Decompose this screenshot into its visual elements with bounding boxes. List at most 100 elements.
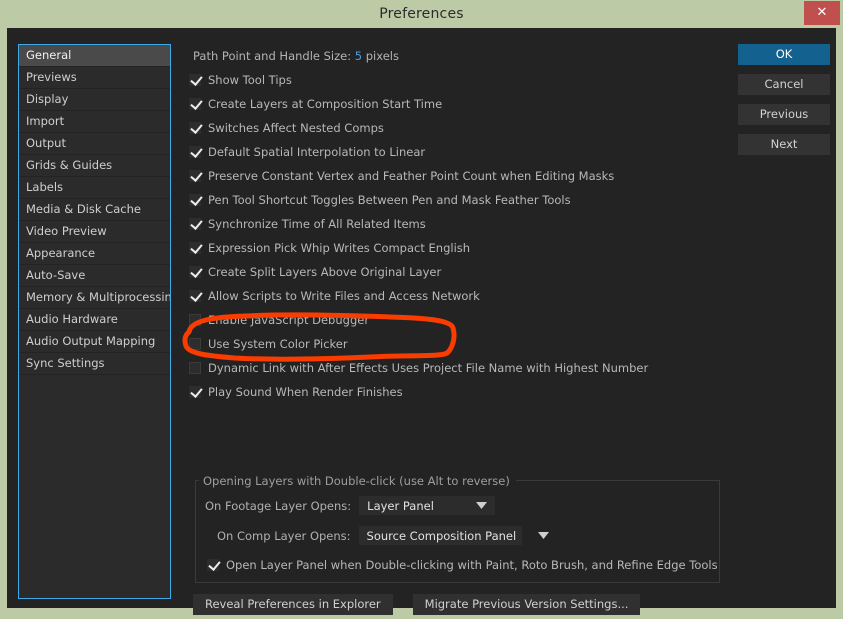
checkbox-row-switches-affect-nested-comps[interactable]: Switches Affect Nested Comps (189, 116, 729, 140)
sidebar-item-label: Sync Settings (26, 356, 105, 370)
bottom-button-group: Reveal Preferences in Explorer Migrate Pr… (193, 594, 660, 615)
sidebar-item-appearance[interactable]: Appearance (19, 243, 170, 265)
sidebar-item-output[interactable]: Output (19, 133, 170, 155)
checkbox-row-default-spatial-interpolation-to-linear[interactable]: Default Spatial Interpolation to Linear (189, 140, 729, 164)
checkbox-synchronize-time-of-all-related[interactable] (189, 218, 201, 230)
sidebar-item-label: Memory & Multiprocessing (26, 290, 170, 304)
sidebar-item-label: Media & Disk Cache (26, 202, 141, 216)
migrate-previous-version-settings-button[interactable]: Migrate Previous Version Settings... (412, 594, 641, 615)
sidebar-item-label: Output (26, 136, 66, 150)
checkbox-allow-scripts-to-write-files[interactable] (189, 290, 201, 302)
window-title: Preferences (379, 6, 464, 22)
checkbox-row-use-system-color-picker[interactable]: Use System Color Picker (189, 332, 729, 356)
path-point-size-value[interactable]: 5 (355, 49, 362, 63)
chevron-down-icon (516, 532, 550, 539)
opening-layers-legend: Opening Layers with Double-click (use Al… (199, 474, 516, 488)
next-button[interactable]: Next (738, 134, 830, 155)
sidebar-item-label: Auto-Save (26, 268, 86, 282)
checkbox-default-spatial-interpolation-to-linear[interactable] (189, 146, 201, 158)
preferences-dialog-body: General Previews Display Import Output Grids … (7, 28, 836, 615)
path-point-size-unit: pixels (365, 49, 399, 63)
open-layer-panel-label: Open Layer Panel when Double-clicking wi… (226, 558, 718, 572)
checkbox-row-expression-pick-whip-writes-compact[interactable]: Expression Pick Whip Writes Compact Engl… (189, 236, 729, 260)
sidebar-item-label: Labels (26, 180, 64, 194)
checkbox-row-synchronize-time-of-all-related[interactable]: Synchronize Time of All Related Items (189, 212, 729, 236)
sidebar-item-sync-settings[interactable]: Sync Settings (19, 353, 170, 375)
checkbox-row-create-split-layers-above-original[interactable]: Create Split Layers Above Original Layer (189, 260, 729, 284)
dialog-button-group: OK Cancel Previous Next (738, 44, 830, 164)
sidebar-item-audio-hardware[interactable]: Audio Hardware (19, 309, 170, 331)
checkbox-enable-javascript-debugger[interactable] (189, 314, 201, 326)
checkbox-label: Synchronize Time of All Related Items (208, 217, 426, 231)
preferences-checkbox-list: Show Tool Tips Create Layers at Compositi… (189, 68, 729, 404)
checkbox-label: Create Split Layers Above Original Layer (208, 265, 442, 279)
checkbox-row-allow-scripts-to-write-files[interactable]: Allow Scripts to Write Files and Access … (189, 284, 729, 308)
checkbox-row-play-sound-when-render-finishes[interactable]: Play Sound When Render Finishes (189, 380, 729, 404)
sidebar-item-label: General (26, 48, 72, 62)
checkbox-label: Preserve Constant Vertex and Feather Poi… (208, 169, 615, 183)
sidebar-item-display[interactable]: Display (19, 89, 170, 111)
sidebar-item-label: Appearance (26, 246, 96, 260)
checkbox-label: Enable JavaScript Debugger (208, 313, 370, 327)
sidebar-item-audio-output-mapping[interactable]: Audio Output Mapping (19, 331, 170, 353)
checkbox-label: Expression Pick Whip Writes Compact Engl… (208, 241, 471, 255)
chevron-down-icon (454, 502, 488, 509)
sidebar-item-import[interactable]: Import (19, 111, 170, 133)
path-point-size-row: Path Point and Handle Size: 5 pixels (189, 44, 729, 68)
sidebar-item-general[interactable]: General (19, 45, 170, 67)
checkbox-expression-pick-whip-writes-compact[interactable] (189, 242, 201, 254)
checkbox-create-split-layers-above-original[interactable] (189, 266, 201, 278)
checkbox-dynamic-link-with-after-effects[interactable] (189, 362, 201, 374)
sidebar-item-label: Import (26, 114, 65, 128)
checkbox-label: Show Tool Tips (208, 73, 292, 87)
open-layer-panel-checkbox-row[interactable]: Open Layer Panel when Double-clicking wi… (207, 553, 718, 577)
checkbox-create-layers-at-composition-start[interactable] (189, 98, 201, 110)
general-preferences-panel: Path Point and Handle Size: 5 pixels Sho… (189, 44, 729, 404)
ok-button[interactable]: OK (738, 44, 830, 65)
checkbox-row-dynamic-link-with-after-effects[interactable]: Dynamic Link with After Effects Uses Pro… (189, 356, 729, 380)
checkbox-pen-tool-shortcut-toggles-between[interactable] (189, 194, 201, 206)
checkbox-label: Create Layers at Composition Start Time (208, 97, 443, 111)
comp-layer-opens-row: On Comp Layer Opens: Source Composition … (217, 526, 550, 545)
previous-button[interactable]: Previous (738, 104, 830, 125)
checkbox-preserve-constant-vertex-and-feather[interactable] (189, 170, 201, 182)
checkbox-play-sound-when-render-finishes[interactable] (189, 386, 201, 398)
open-layer-panel-checkbox[interactable] (207, 559, 219, 571)
checkbox-label: Default Spatial Interpolation to Linear (208, 145, 426, 159)
checkbox-switches-affect-nested-comps[interactable] (189, 122, 201, 134)
sidebar-item-media-disk-cache[interactable]: Media & Disk Cache (19, 199, 170, 221)
sidebar-item-previews[interactable]: Previews (19, 67, 170, 89)
sidebar-item-auto-save[interactable]: Auto-Save (19, 265, 170, 287)
footage-layer-opens-value: Layer Panel (367, 498, 434, 513)
window-titlebar: Preferences ✕ (0, 0, 843, 28)
footage-layer-opens-label: On Footage Layer Opens: (205, 498, 352, 513)
comp-layer-opens-select[interactable]: Source Composition Panel (358, 526, 550, 545)
checkbox-row-create-layers-at-composition-start[interactable]: Create Layers at Composition Start Time (189, 92, 729, 116)
sidebar-item-label: Display (26, 92, 69, 106)
footage-layer-opens-select[interactable]: Layer Panel (359, 496, 496, 515)
checkbox-row-enable-javascript-debugger[interactable]: Enable JavaScript Debugger (189, 308, 729, 332)
sidebar-item-video-preview[interactable]: Video Preview (19, 221, 170, 243)
checkbox-label: Play Sound When Render Finishes (208, 385, 403, 399)
sidebar-item-label: Audio Hardware (26, 312, 118, 326)
path-point-size-label: Path Point and Handle Size: (193, 49, 352, 63)
sidebar-item-grids-guides[interactable]: Grids & Guides (19, 155, 170, 177)
sidebar-item-label: Video Preview (26, 224, 107, 238)
close-icon[interactable]: ✕ (804, 1, 840, 25)
preferences-category-list[interactable]: General Previews Display Import Output Grids … (18, 44, 171, 599)
checkbox-use-system-color-picker[interactable] (189, 338, 201, 350)
footage-layer-opens-row: On Footage Layer Opens: Layer Panel (205, 496, 496, 515)
sidebar-item-label: Previews (26, 70, 77, 84)
comp-layer-opens-label: On Comp Layer Opens: (217, 528, 351, 543)
checkbox-label: Switches Affect Nested Comps (208, 121, 384, 135)
sidebar-item-labels[interactable]: Labels (19, 177, 170, 199)
checkbox-show-tool-tips[interactable] (189, 74, 201, 86)
checkbox-row-preserve-constant-vertex-and-feather[interactable]: Preserve Constant Vertex and Feather Poi… (189, 164, 729, 188)
checkbox-row-show-tool-tips[interactable]: Show Tool Tips (189, 68, 729, 92)
cancel-button[interactable]: Cancel (738, 74, 830, 95)
comp-layer-opens-value: Source Composition Panel (366, 528, 517, 543)
sidebar-item-memory-multiprocessing[interactable]: Memory & Multiprocessing (19, 287, 170, 309)
checkbox-row-pen-tool-shortcut-toggles-between[interactable]: Pen Tool Shortcut Toggles Between Pen an… (189, 188, 729, 212)
sidebar-item-label: Audio Output Mapping (26, 334, 156, 348)
reveal-preferences-in-explorer-button[interactable]: Reveal Preferences in Explorer (193, 594, 393, 615)
